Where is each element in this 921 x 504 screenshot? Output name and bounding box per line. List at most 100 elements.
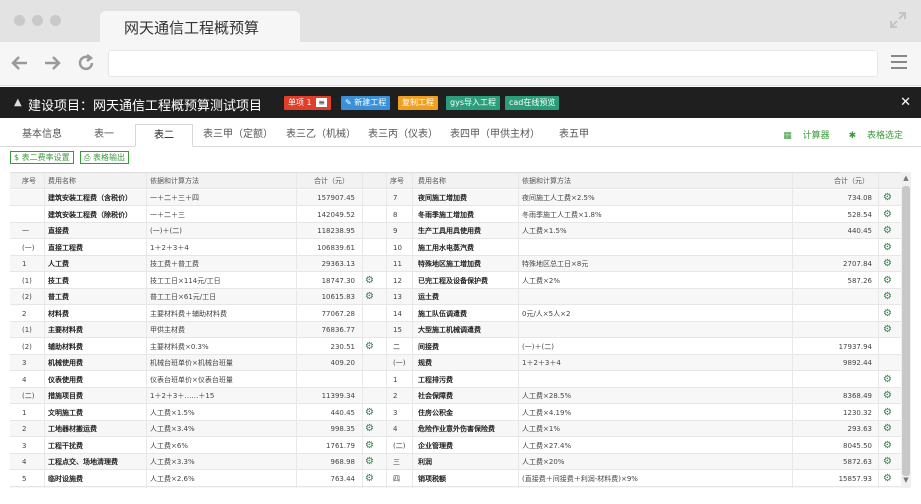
gear-icon[interactable]: ⚙ <box>365 289 374 305</box>
table-row[interactable]: 1 人工费 技工费＋普工费 29363.13 11 特殊地区施工增加费 特殊地区总工日×8元… <box>10 256 901 272</box>
window-dot-minimize[interactable] <box>32 15 43 26</box>
gear-icon[interactable]: ⚙ <box>883 223 892 239</box>
left-fee-name: 建筑安装工程费（含税价） <box>48 194 132 202</box>
table-select-button[interactable]: ✱ 表格选定 <box>841 131 903 141</box>
tab-table-4a[interactable]: 表四甲（甲供主材） <box>444 124 546 147</box>
copy-project-button[interactable]: 复制工程 <box>398 96 438 110</box>
table-row[interactable]: (一) 直接工程费 1＋2＋3＋4 106839.61 10 施工用水电蒸汽费 ⚙ <box>10 240 901 256</box>
table-row[interactable]: 1 文明施工费 人工费×1.5% 440.45 ⚙ 3 住房公积金 人工费×4.19% 1230… <box>10 405 901 421</box>
scroll-down-icon[interactable]: ▼ <box>901 476 911 484</box>
left-fee-name: 材料费 <box>48 309 69 318</box>
right-row-number: 11 <box>393 260 402 268</box>
table-row[interactable]: 3 工程干扰费 人工费×6% 1761.79 ⚙ (二) 企业管理费 人工费×27.4% 804… <box>10 438 901 454</box>
right-calc-basis: 人工费×27.4% <box>522 441 572 450</box>
gear-icon[interactable]: ⚙ <box>365 454 374 470</box>
table-row[interactable]: (1) 主要材料费 甲供主材费 76836.77 15 大型施工机械调遣费 ⚙ <box>10 322 901 338</box>
gear-icon[interactable]: ⚙ <box>365 421 374 437</box>
address-bar[interactable] <box>108 50 878 77</box>
single-item-selector[interactable]: 单项 1 ≡ <box>284 96 331 110</box>
table-scrollbar[interactable]: ▲ ▼ <box>901 172 911 488</box>
close-icon[interactable]: ✕ <box>900 95 911 110</box>
menu-icon[interactable] <box>891 55 907 71</box>
left-row-number: (2) <box>22 342 32 351</box>
left-row-number: 一 <box>22 227 29 235</box>
window-dot-maximize[interactable] <box>50 15 61 26</box>
tab-table-5a[interactable]: 表五甲 <box>553 124 595 147</box>
forward-arrow-icon[interactable] <box>42 53 62 73</box>
new-project-button[interactable]: ✎ 新建工程 <box>341 96 391 110</box>
gear-icon[interactable]: ⚙ <box>365 487 374 488</box>
col-header-total-left: 合计（元） <box>314 177 349 185</box>
col-header-name-left: 费用名称 <box>48 177 76 185</box>
scroll-up-icon[interactable]: ▲ <box>901 174 911 182</box>
reload-icon[interactable] <box>76 53 96 73</box>
browser-tab[interactable]: 网天通信工程概预算 <box>100 11 300 42</box>
table-row[interactable]: 4 工程点交、场地清理费 人工费×3.3% 968.98 ⚙ 三 利润 人工费×20% 5872… <box>10 454 901 470</box>
table-row[interactable]: 4 仪表使用费 仪表台班单价×仪表台班量 1 工程排污费 ⚙ <box>10 372 901 388</box>
tab-table-2[interactable]: 表二 <box>135 124 193 147</box>
export-button[interactable]: ⎙ 表格输出 <box>80 151 129 164</box>
table-row[interactable]: 建筑安装工程费（除税价） 一＋二＋三 142049.52 8 冬雨季施工增加费 冬雨季施工… <box>10 207 901 223</box>
table-row[interactable]: 5 临时设施费 人工费×2.6% 763.44 ⚙ 四 销项税额 (直接费＋间接费＋利润-材料… <box>10 471 901 487</box>
tab-basic-info[interactable]: 基本信息 <box>16 124 68 147</box>
gear-icon[interactable]: ⚙ <box>883 273 892 289</box>
gear-icon[interactable]: ⚙ <box>883 207 892 223</box>
gear-icon[interactable]: ⚙ <box>365 339 374 355</box>
table-row[interactable]: 建筑安装工程费（含税价） 一＋二＋三＋四 157907.45 7 夜间施工增加费 夜间施工… <box>10 190 901 206</box>
gear-icon[interactable]: ⚙ <box>883 471 892 487</box>
tab-table-3b[interactable]: 表三乙（机械） <box>280 124 362 147</box>
fee-setting-button[interactable]: $ 表二费率设置 <box>10 151 74 164</box>
gear-icon[interactable]: ⚙ <box>883 438 892 454</box>
gear-icon[interactable]: ⚙ <box>365 471 374 487</box>
table-row[interactable]: 3 机械使用费 机械台班单价×机械台班量 409.20 (一) 规费 1＋2＋3＋4 9892… <box>10 355 901 371</box>
right-row-number: (二) <box>393 441 406 450</box>
cad-preview-button[interactable]: cad在线预览 <box>505 96 560 110</box>
gear-icon[interactable]: ⚙ <box>883 240 892 256</box>
left-calc-basis: 主要材料费×0.3% <box>150 342 209 351</box>
column-divider <box>412 173 413 488</box>
left-row-number: 4 <box>22 375 27 384</box>
gys-import-button[interactable]: gys导入工程 <box>446 96 500 110</box>
table-row[interactable]: 2 材料费 主要材料费＋辅助材料费 77067.28 14 施工队伍调遣费 0元/人×5人×… <box>10 306 901 322</box>
back-arrow-icon[interactable] <box>10 53 30 73</box>
gear-icon[interactable]: ⚙ <box>365 405 374 421</box>
table-row[interactable]: (1) 技工费 技工工日×114元/工日 18747.30 ⚙ 12 已完工程及设备保护费 人… <box>10 273 901 289</box>
table-row[interactable]: 2 工地器材搬运费 人工费×3.4% 998.35 ⚙ 4 危险作业意外伤害保险费 人工费×1… <box>10 421 901 437</box>
left-calc-basis: 1＋2＋3＋……＋15 <box>150 392 215 400</box>
gear-icon[interactable]: ⚙ <box>883 322 892 338</box>
left-total: 409.20 <box>330 359 356 367</box>
gear-icon[interactable]: ⚙ <box>365 273 374 289</box>
left-total: 76836.77 <box>321 326 355 334</box>
gear-icon[interactable]: ⚙ <box>883 190 892 206</box>
gear-icon[interactable]: ⚙ <box>883 405 892 421</box>
gear-icon[interactable]: ⚙ <box>883 454 892 470</box>
window-dot-close[interactable] <box>14 15 25 26</box>
gear-icon[interactable]: ⚙ <box>883 421 892 437</box>
tab-table-3a[interactable]: 表三甲（定额） <box>197 124 279 147</box>
table-row[interactable]: (2) 普工费 普工工日×61元/工日 10615.83 ⚙ 13 运土费 ⚙ <box>10 289 901 305</box>
scroll-thumb[interactable] <box>902 186 910 476</box>
left-fee-name: 建筑安装工程费（除税价） <box>48 210 132 219</box>
column-divider <box>44 173 45 488</box>
gear-icon[interactable]: ⚙ <box>883 372 892 388</box>
right-row-number: 7 <box>393 194 398 202</box>
table-row[interactable]: (二) 措施项目费 1＋2＋3＋……＋15 11399.34 2 社会保障费 人工费×28.… <box>10 388 901 404</box>
left-fee-name: 工程干扰费 <box>48 441 83 450</box>
gear-icon[interactable]: ⚙ <box>883 388 892 404</box>
calculator-button[interactable]: ▦ 计算器 <box>775 131 829 141</box>
left-fee-name: 主要材料费 <box>48 326 83 334</box>
tab-table-3c[interactable]: 表三丙（仪表） <box>362 124 444 147</box>
gear-icon[interactable]: ⚙ <box>883 256 892 272</box>
gear-icon[interactable]: ⚙ <box>883 289 892 305</box>
tab-table-1[interactable]: 表一 <box>88 124 120 147</box>
table-row[interactable]: 一 直接费 (一)＋(二) 118238.95 9 生产工具用具使用费 人工费×1.5% 44… <box>10 223 901 239</box>
left-total: 1468.16 <box>326 487 355 488</box>
table-row[interactable]: (2) 辅助材料费 主要材料费×0.3% 230.51 ⚙ 二 间接费 (一)＋(二) 1793… <box>10 339 901 355</box>
table-tools: ▦ 计算器 ✱ 表格选定 <box>767 128 903 141</box>
table-row[interactable]: 6 工程车辆使用费 人工费×5% 1468.16 ⚙ <box>10 487 901 488</box>
right-fee-name: 大型施工机械调遣费 <box>418 326 481 334</box>
expand-icon[interactable] <box>889 11 907 29</box>
col-header-no-right: 序号 <box>390 177 404 185</box>
gear-icon[interactable]: ⚙ <box>883 306 892 322</box>
gear-icon[interactable]: ⚙ <box>365 438 374 454</box>
